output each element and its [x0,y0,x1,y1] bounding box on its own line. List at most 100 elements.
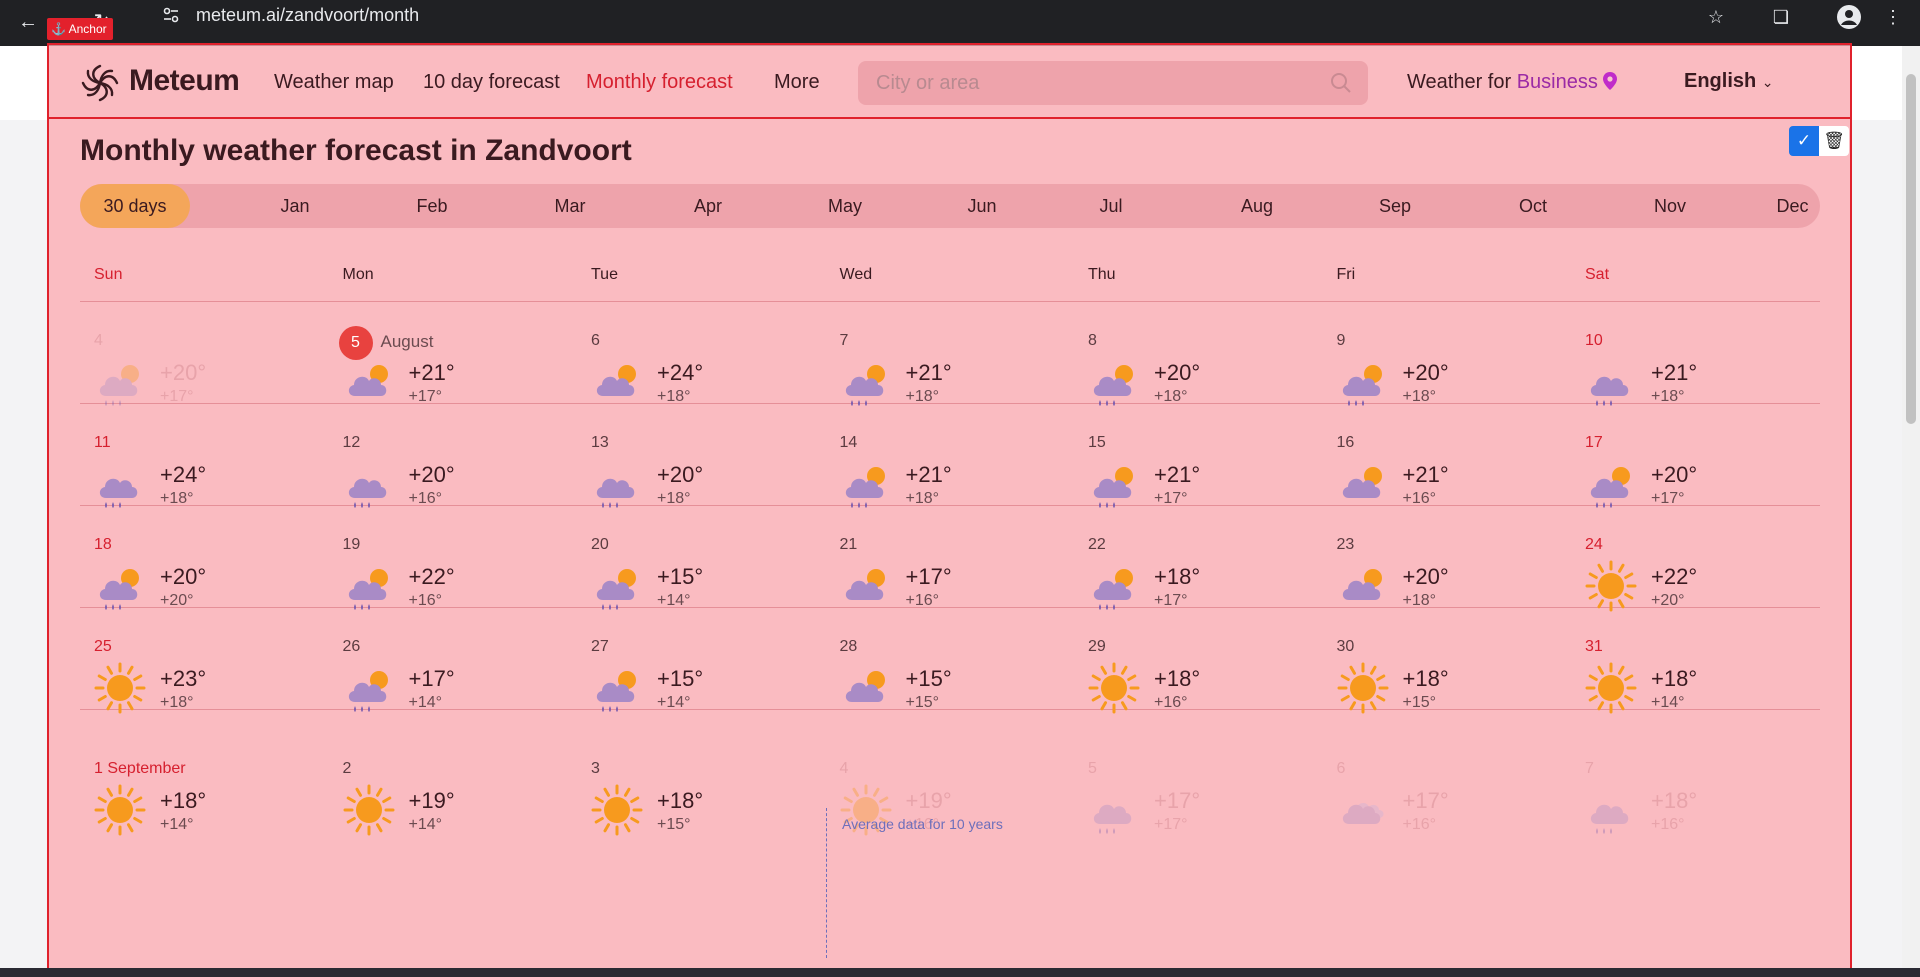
site-info-icon[interactable] [160,4,182,26]
brand-name[interactable]: Meteum [129,64,240,98]
profile-icon[interactable] [1836,4,1862,30]
month-tab[interactable]: Nov [1630,184,1710,228]
day-number: 11 [94,434,111,451]
day-cell[interactable]: 28 +15° +15° [826,638,1074,748]
weekday-label: Wed [839,266,873,283]
day-cell[interactable]: 19 +22° +16° [329,536,577,646]
day-cell[interactable]: 25 +23° +18° [80,638,328,748]
day-cell[interactable]: 17 +20° +17° [1571,434,1819,544]
temp-high: +20° [1402,564,1449,589]
temp-high: +21° [905,462,952,487]
delete-trash-icon[interactable]: 🗑 [1819,126,1849,156]
search-input[interactable] [874,71,1314,95]
temp-high: +21° [408,360,455,385]
bookmark-star-icon[interactable]: ☆ [1703,4,1729,30]
day-cell[interactable]: 31 +18° +14° [1571,638,1819,748]
temp-high: +20° [1154,360,1201,385]
day-cell[interactable]: 3 +18° +15° [577,760,825,870]
day-cell[interactable]: 16 +21° +16° [1323,434,1571,544]
month-tab[interactable]: May [805,184,885,228]
temp-low: +18° [1402,592,1437,609]
business-link[interactable]: Weather for Business [1407,71,1618,94]
day-cell[interactable]: 30 +18° +15° [1323,638,1571,748]
temp-low: +16° [905,592,940,609]
day-number: 6 [1336,760,1346,777]
month-tab[interactable]: Mar [530,184,610,228]
meteum-logo-icon[interactable] [79,62,121,104]
nav-more[interactable]: More [774,71,820,94]
day-cell[interactable]: 1 September +18° +14° [80,760,328,870]
day-cell[interactable]: 5 +17° +17° [1074,760,1322,870]
day-cell[interactable]: 20 +15° +14° [577,536,825,646]
day-cell[interactable]: 18 +20° +20° [80,536,328,646]
day-cell[interactable]: 24 +22° +20° [1571,536,1819,646]
temp-high: +18° [1651,788,1698,813]
day-number: 9 [1336,332,1346,349]
day-cell[interactable]: 26 +17° +14° [329,638,577,748]
day-cell[interactable]: 2 +19° +14° [329,760,577,870]
sun-icon [1583,558,1639,614]
day-number: 5 [1088,760,1097,777]
menu-kebab-icon[interactable]: ⋮ [1880,4,1906,30]
day-number: 29 [1088,638,1106,655]
search-icon[interactable] [1330,72,1352,94]
day-cell[interactable]: 21 +17° +16° [826,536,1074,646]
cloud-sun-icon [838,558,894,614]
nav-10-day-forecast[interactable]: 10 day forecast [423,71,560,94]
anchor-label: Anchor [68,22,107,36]
day-cell[interactable]: 6 +17° +16° [1323,760,1571,870]
page-scrollbar[interactable] [1902,46,1920,977]
month-tab[interactable]: 30 days [80,184,190,228]
month-tab[interactable]: Dec [1765,184,1820,228]
sun-icon [1583,660,1639,716]
weekday-label: Sun [94,266,123,283]
day-cell[interactable]: 4 +20° +17° [80,332,328,442]
cloud-sun-rain-icon [92,558,148,614]
site-header: Meteum Weather map 10 day forecast Month… [47,43,1852,119]
scrollbar-thumb[interactable] [1906,74,1916,424]
day-cell[interactable]: 22 +18° +17° [1074,536,1322,646]
month-tab[interactable]: Jan [255,184,335,228]
month-tab[interactable]: Jul [1081,184,1141,228]
monthly-forecast-panel: Monthly weather forecast in Zandvoort 30… [80,120,1820,977]
nav-monthly-forecast[interactable]: Monthly forecast [586,71,733,94]
day-cell[interactable]: 10 +21° +18° [1571,332,1819,442]
day-cell[interactable]: 13 +20° +18° [577,434,825,544]
back-icon[interactable]: ← [14,8,42,36]
month-tab[interactable]: Oct [1493,184,1573,228]
temp-high: +20° [1651,462,1698,487]
day-cell[interactable]: 8 +20° +18° [1074,332,1322,442]
page-title: Monthly weather forecast in Zandvoort [80,134,632,167]
day-cell[interactable]: 14 +21° +18° [826,434,1074,544]
day-cell[interactable]: 11 +24° +18° [80,434,328,544]
day-cell[interactable]: 9 +20° +18° [1323,332,1571,442]
language-select[interactable]: English ⌄ [1684,70,1774,93]
month-tab[interactable]: Jun [942,184,1022,228]
temp-low: +18° [160,490,194,507]
temp-high: +22° [1651,564,1698,589]
month-tab[interactable]: Feb [392,184,472,228]
day-cell[interactable]: 29 +18° +16° [1074,638,1322,748]
day-cell[interactable]: 12 +20° +16° [329,434,577,544]
address-bar[interactable]: meteum.ai/zandvoort/month [196,4,419,26]
day-cell[interactable]: 7 +21° +18° [826,332,1074,442]
month-tab[interactable]: Aug [1217,184,1297,228]
day-cell[interactable]: 15 +21° +17° [1074,434,1322,544]
nav-weather-map[interactable]: Weather map [274,71,394,94]
day-cell[interactable]: 6 +24° +18° [577,332,825,442]
extensions-icon[interactable]: ❏ [1768,4,1794,30]
business-highlight: Business [1516,71,1598,93]
day-cell[interactable]: 23 +20° +18° [1323,536,1571,646]
chevron-down-icon: ⌄ [1761,74,1774,90]
day-cell[interactable]: 4 +19° +16° [826,760,1074,870]
day-cell[interactable]: 27 +15° +14° [577,638,825,748]
month-tab[interactable]: Apr [668,184,748,228]
confirm-check-icon[interactable]: ✓ [1789,126,1819,156]
month-tab[interactable]: Sep [1355,184,1435,228]
day-cell[interactable]: 7 +18° +16° [1571,760,1819,870]
day-number: 10 [1585,332,1603,349]
temp-low: +16° [408,592,443,609]
cloud-sun-rain-icon [1086,354,1142,410]
day-cell[interactable]: 5 August +21° +17° [329,326,577,442]
cloud-sun-rain-icon [341,660,397,716]
